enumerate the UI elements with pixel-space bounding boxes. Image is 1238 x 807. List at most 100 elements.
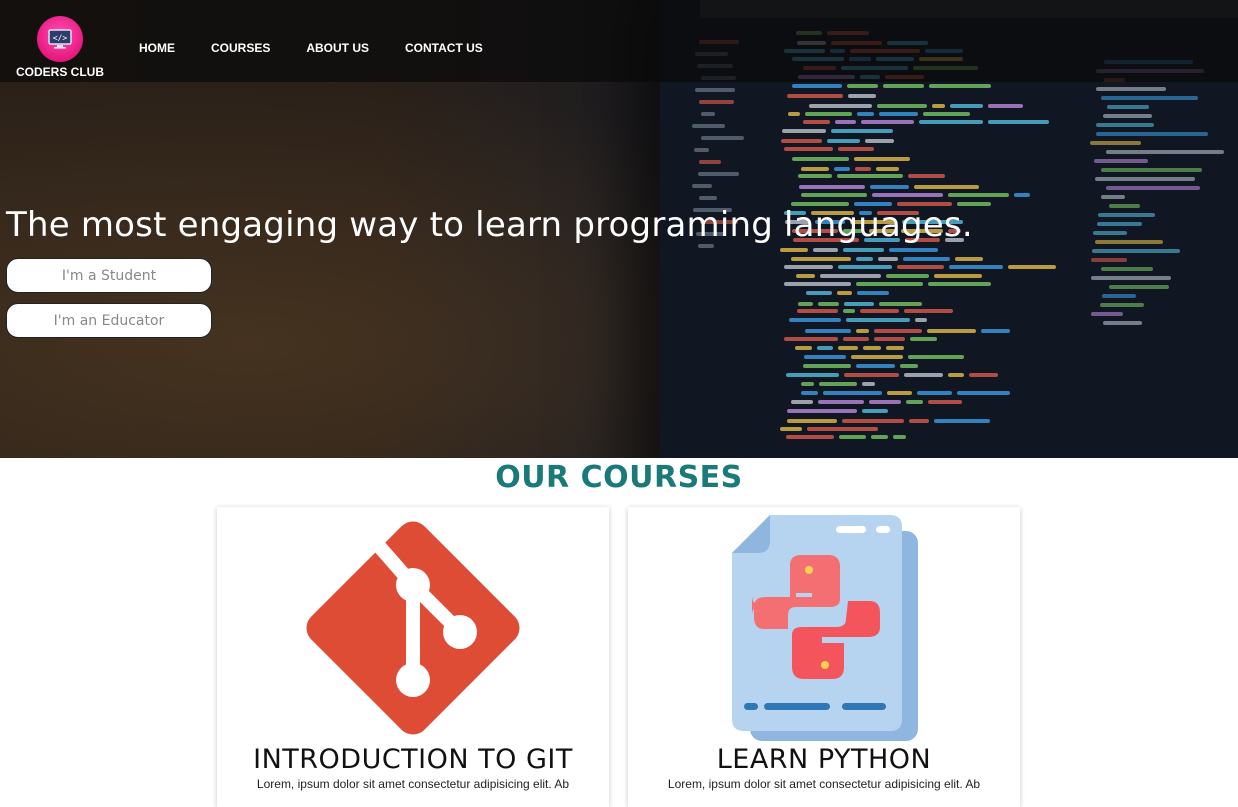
svg-text:</>: </> — [53, 34, 68, 43]
code-line — [843, 247, 884, 252]
code-line — [818, 399, 864, 404]
nav-links: HOME COURSES ABOUT US CONTACT US — [139, 41, 519, 55]
code-line — [887, 390, 912, 395]
code-line — [1091, 312, 1123, 316]
code-line — [1101, 96, 1198, 100]
code-line — [1101, 168, 1202, 172]
code-line — [1103, 114, 1152, 118]
code-line — [843, 337, 869, 342]
code-line — [1101, 195, 1125, 199]
code-line — [837, 174, 903, 179]
code-line — [835, 120, 856, 125]
code-line — [914, 184, 979, 189]
code-line — [862, 381, 875, 386]
brand[interactable]: </> CODERS CLUB — [10, 16, 110, 79]
code-line — [805, 328, 851, 333]
code-line — [801, 192, 867, 197]
code-line — [955, 256, 983, 261]
code-line — [780, 247, 808, 252]
code-line — [872, 192, 943, 197]
code-line — [792, 84, 842, 89]
student-button[interactable]: I'm a Student — [6, 258, 212, 293]
code-line — [784, 337, 838, 342]
code-line — [695, 88, 735, 92]
code-line — [934, 273, 982, 278]
code-line — [788, 112, 800, 117]
code-line — [1094, 159, 1148, 163]
code-line — [886, 273, 929, 278]
code-line — [854, 156, 910, 161]
code-line — [796, 273, 815, 278]
code-line — [842, 418, 904, 423]
code-line — [1102, 294, 1136, 298]
code-line — [1093, 231, 1127, 235]
code-line — [886, 346, 904, 351]
code-line — [855, 166, 871, 171]
code-line — [817, 346, 833, 351]
code-line — [928, 282, 991, 287]
code-line — [934, 418, 990, 423]
code-line — [809, 103, 872, 108]
code-line — [834, 166, 850, 171]
navbar: </> CODERS CLUB HOME COURSES ABOUT US CO… — [0, 0, 1238, 82]
code-line — [1008, 264, 1056, 269]
code-line — [948, 192, 1009, 197]
educator-button[interactable]: I'm an Educator — [6, 303, 212, 338]
code-line — [856, 328, 869, 333]
code-line — [900, 363, 918, 368]
nav-about-link[interactable]: ABOUT US — [306, 41, 369, 55]
courses-heading: OUR COURSES — [495, 460, 743, 495]
code-line — [860, 309, 899, 314]
course-title: LEARN PYTHON — [716, 744, 932, 775]
code-line — [1092, 249, 1180, 253]
course-card-python[interactable]: LEARN PYTHON Lorem, ipsum dolor sit amet… — [628, 507, 1020, 807]
code-line — [856, 282, 923, 287]
code-line — [874, 328, 922, 333]
code-line — [904, 309, 953, 314]
code-line — [787, 418, 837, 423]
code-line — [929, 84, 991, 89]
code-line — [1014, 192, 1030, 197]
code-line — [857, 291, 889, 296]
code-line — [838, 264, 892, 269]
code-line — [1096, 87, 1166, 91]
code-line — [1097, 222, 1142, 226]
code-line — [692, 124, 725, 128]
code-line — [827, 138, 860, 143]
code-line — [871, 435, 888, 440]
course-description: Lorem, ipsum dolor sit amet consectetur … — [667, 777, 981, 791]
code-line — [1090, 141, 1141, 145]
code-line — [908, 174, 945, 179]
code-line — [903, 256, 950, 261]
code-line — [862, 409, 888, 414]
code-line — [831, 129, 893, 134]
code-line — [917, 390, 952, 395]
code-line — [801, 381, 814, 386]
code-line — [791, 256, 851, 261]
code-line — [792, 156, 849, 161]
code-line — [801, 166, 829, 171]
code-line — [879, 112, 918, 117]
code-line — [863, 346, 881, 351]
code-line — [846, 318, 910, 323]
code-line — [906, 399, 923, 404]
code-line — [843, 309, 855, 314]
code-line — [1106, 186, 1200, 190]
code-line — [791, 399, 813, 404]
code-line — [877, 103, 927, 108]
course-card-git[interactable]: INTRODUCTION TO GIT Lorem, ipsum dolor s… — [217, 507, 609, 807]
code-line — [1098, 213, 1155, 217]
code-line — [883, 84, 924, 89]
nav-courses-link[interactable]: COURSES — [211, 41, 270, 55]
nav-contact-link[interactable]: CONTACT US — [405, 41, 483, 55]
code-line — [1103, 321, 1142, 325]
code-line — [780, 427, 802, 432]
code-line — [781, 138, 822, 143]
code-line — [893, 435, 906, 440]
nav-home-link[interactable]: HOME — [139, 41, 175, 55]
code-line — [782, 129, 826, 134]
code-line — [1109, 204, 1140, 208]
code-line — [889, 247, 938, 252]
python-icon — [730, 515, 920, 748]
code-line — [798, 174, 832, 179]
